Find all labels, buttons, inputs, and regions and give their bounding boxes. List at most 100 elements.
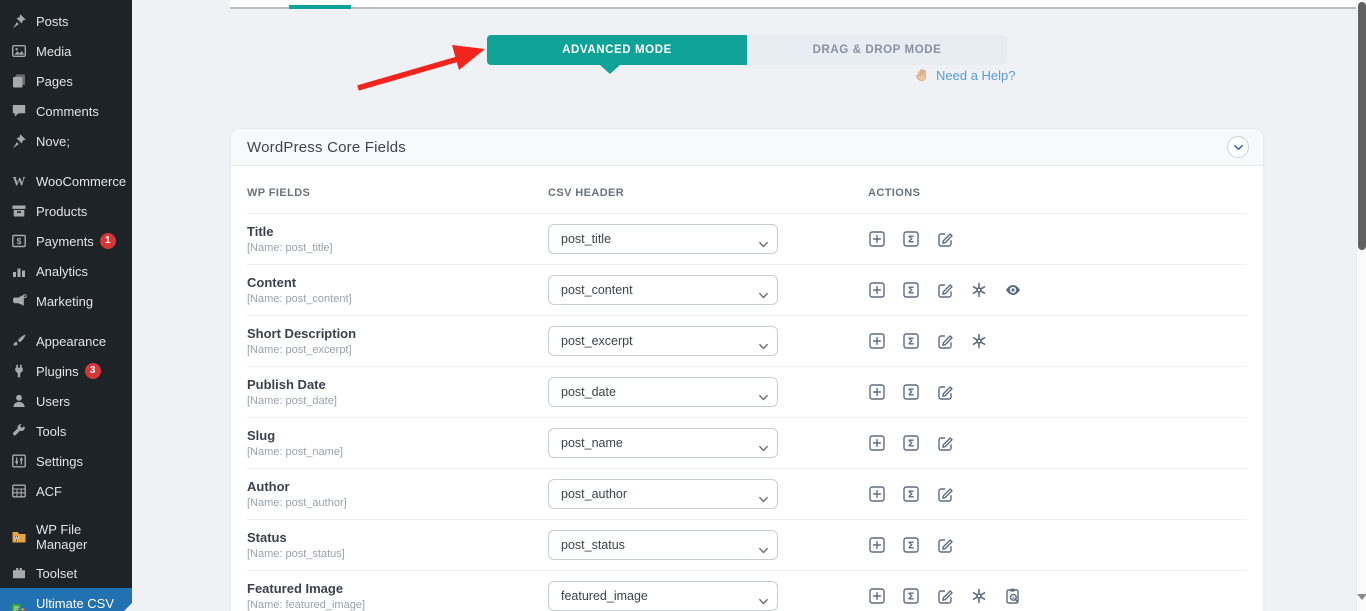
mapping-row-featured-image: Featured Image [Name: featured_image] fe… [247,570,1247,611]
scrollbar-down-arrow[interactable] [1357,594,1366,604]
collapse-panel-button[interactable] [1227,136,1249,158]
add-icon[interactable] [868,230,886,248]
add-icon[interactable] [868,434,886,452]
edit-icon[interactable] [936,383,954,401]
column-header-actions: ACTIONS [868,187,1247,199]
eye-icon[interactable] [1004,281,1022,299]
scrollbar-thumb[interactable] [1358,2,1366,250]
sidebar-item-ultimate-csv-importer-free[interactable]: Ultimate CSV Importer Free [0,588,132,611]
mapping-row-title: Title [Name: post_title] post_title Σ [247,213,1247,264]
row-actions: Σ [868,332,1247,350]
csv-header-select[interactable]: post_status [548,530,778,560]
openai-icon[interactable] [970,587,988,605]
image-search-icon[interactable]: a [1004,587,1022,605]
pages-icon [10,72,28,90]
sidebar-item-media[interactable]: Media [0,36,132,66]
pin-icon [10,132,28,150]
sidebar-item-plugins[interactable]: Plugins3 [0,356,132,386]
edit-icon[interactable] [936,587,954,605]
add-icon[interactable] [868,536,886,554]
current-item-arrow [124,603,132,611]
sidebar-item-tools[interactable]: Tools [0,416,132,446]
csv-header-select[interactable]: post_author [548,479,778,509]
sum-icon[interactable]: Σ [902,281,920,299]
wp-field-label: Short Description [247,326,548,341]
vertical-scrollbar[interactable] [1356,0,1366,611]
csv-importer-icon [10,602,28,611]
sidebar-item-nove[interactable]: Nove; [0,126,132,156]
woocommerce-icon: W [10,172,28,190]
csv-header-select[interactable]: post_excerpt [548,326,778,356]
chevron-down-icon [1233,142,1244,153]
svg-text:Σ: Σ [908,439,915,450]
csv-header-select[interactable]: post_content [548,275,778,305]
sidebar-item-products[interactable]: Products [0,196,132,226]
sum-icon[interactable]: Σ [902,332,920,350]
svg-text:a: a [1012,595,1015,600]
tab-drag-drop-mode[interactable]: DRAG & DROP MODE [747,35,1007,65]
sum-icon[interactable]: Σ [902,536,920,554]
wp-field-label: Status [247,530,548,545]
edit-icon[interactable] [936,536,954,554]
sum-icon[interactable]: Σ [902,485,920,503]
mapping-rows: Title [Name: post_title] post_title Σ Co… [247,213,1247,611]
csv-header-select[interactable]: featured_image [548,581,778,611]
mode-tabs: ADVANCED MODE DRAG & DROP MODE [487,35,1007,65]
sidebar-item-settings[interactable]: Settings [0,446,132,476]
sidebar-menu: PostsMediaPagesCommentsNove; WWooCommerce… [0,6,132,611]
tab-advanced-mode[interactable]: ADVANCED MODE [487,35,747,65]
sidebar-item-wp-file-manager[interactable]: WWP File Manager [0,516,132,558]
annotation-arrow [348,42,493,94]
csv-header-select[interactable]: post_date [548,377,778,407]
row-actions: Σ [868,536,1247,554]
edit-icon[interactable] [936,230,954,248]
main-content: ADVANCED MODE DRAG & DROP MODE Need a He… [132,0,1366,611]
openai-icon[interactable] [970,281,988,299]
add-icon[interactable] [868,587,886,605]
mapping-row-status: Status [Name: post_status] post_status Σ [247,519,1247,570]
sidebar-item-payments[interactable]: $Payments1 [0,226,132,256]
sidebar-item-comments[interactable]: Comments [0,96,132,126]
sidebar-item-woocommerce[interactable]: WWooCommerce [0,166,132,196]
sidebar-item-acf[interactable]: ACF [0,476,132,506]
svg-text:Σ: Σ [908,388,915,399]
edit-icon[interactable] [936,434,954,452]
sum-icon[interactable]: Σ [902,587,920,605]
megaphone-icon [10,292,28,310]
edit-icon[interactable] [936,281,954,299]
add-icon[interactable] [868,485,886,503]
csv-header-select[interactable]: post_title [548,224,778,254]
wp-field-name: [Name: post_content] [247,293,548,305]
sum-icon[interactable]: Σ [902,230,920,248]
sidebar-item-users[interactable]: Users [0,386,132,416]
sidebar-item-pages[interactable]: Pages [0,66,132,96]
column-header-wp-fields: WP FIELDS [247,187,548,199]
count-badge: 1 [100,233,116,249]
sidebar-item-appearance[interactable]: Appearance [0,326,132,356]
csv-header-select[interactable]: post_name [548,428,778,458]
add-icon[interactable] [868,281,886,299]
comment-icon [10,102,28,120]
wp-field-label: Featured Image [247,581,548,596]
need-help-link[interactable]: Need a Help? [915,68,1016,83]
wordpress-core-fields-panel: WordPress Core Fields WP FIELDS CSV HEAD… [230,128,1264,611]
sum-icon[interactable]: Σ [902,434,920,452]
active-tab-pointer [600,65,620,74]
sidebar-item-marketing[interactable]: Marketing [0,286,132,316]
sum-icon[interactable]: Σ [902,383,920,401]
openai-icon[interactable] [970,332,988,350]
sidebar-item-posts[interactable]: Posts [0,6,132,36]
edit-icon[interactable] [936,332,954,350]
raised-hand-icon [915,68,930,83]
sidebar-item-analytics[interactable]: Analytics [0,256,132,286]
add-icon[interactable] [868,332,886,350]
svg-text:$: $ [17,236,22,246]
active-step-indicator [289,5,351,9]
add-icon[interactable] [868,383,886,401]
sliders-icon [10,452,28,470]
mapping-row-short-description: Short Description [Name: post_excerpt] p… [247,315,1247,366]
sidebar-item-toolset[interactable]: Toolset [0,558,132,588]
top-tab-strip [230,0,1356,9]
edit-icon[interactable] [936,485,954,503]
wp-field-label: Content [247,275,548,290]
